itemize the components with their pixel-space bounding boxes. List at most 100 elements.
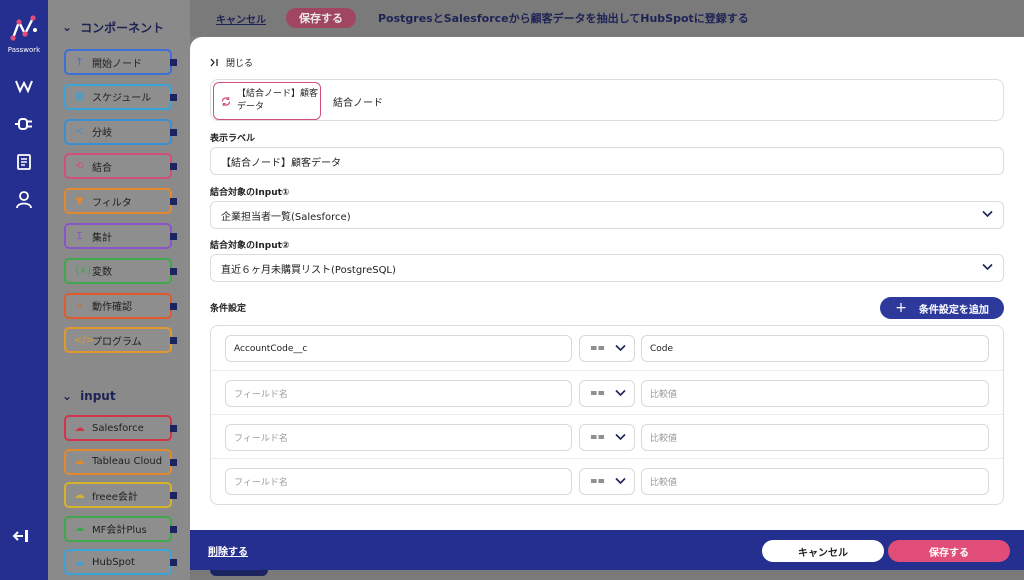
palette-item[interactable]: ≺ 分岐 [64, 118, 177, 145]
input-heading[interactable]: ⌄ input [48, 386, 116, 406]
conditions-heading: 条件設定 [210, 304, 247, 314]
palette-item[interactable]: ☁ Salesforce [64, 415, 177, 441]
condition-operator-select[interactable]: == [579, 335, 635, 362]
app-logo[interactable]: Passwork [4, 14, 44, 60]
palette-item-icon: {x} [74, 265, 93, 277]
top-save-button[interactable]: 保存する [286, 8, 356, 28]
input1-select[interactable]: 企業担当者一覧(Salesforce) [210, 201, 1004, 229]
chevron-down-icon [615, 389, 626, 397]
connector-handle[interactable] [170, 337, 177, 345]
top-cancel-link[interactable]: キャンセル [216, 11, 266, 26]
palette-item[interactable]: </> プログラム [64, 327, 177, 354]
input2-select[interactable]: 直近６ヶ月未購買リスト(PostgreSQL) [210, 254, 1004, 282]
condition-field-input[interactable]: フィールド名 [225, 468, 572, 495]
workflow-icon[interactable] [12, 74, 36, 98]
display-label-heading: 表示ラベル [210, 134, 256, 144]
condition-value-input[interactable]: 比較値 [641, 380, 989, 407]
condition-operator-select[interactable]: == [579, 380, 635, 407]
palette-item-icon: ☁ [74, 523, 85, 534]
palette-item[interactable]: ☁ HubSpot [64, 549, 177, 575]
palette-item[interactable]: ⟲ 結合 [64, 153, 177, 180]
component-palette: ⌄ コンポーネント ↑ 開始ノード ▦ スケジュール ≺ 分岐 ⟲ 結合 ▼ フィルタ Σ 集計 {x}… [48, 0, 190, 580]
palette-item[interactable]: ☁ freee会計 [64, 482, 177, 508]
operator-value: == [590, 432, 606, 443]
connector-handle[interactable] [170, 302, 177, 310]
palette-item-icon: ≺ [75, 126, 84, 138]
condition-value-input[interactable]: 比較値 [641, 468, 989, 495]
connector-handle[interactable] [170, 93, 177, 101]
chevron-down-icon [982, 263, 993, 271]
chevron-down-icon [615, 344, 626, 352]
logout-icon[interactable] [12, 528, 36, 552]
palette-item-label: 動作確認 [92, 302, 132, 314]
palette-item-label: freee会計 [92, 491, 138, 503]
connector-handle[interactable] [170, 559, 177, 566]
background-strip [190, 570, 1024, 580]
background-button-edge [210, 570, 268, 576]
palette-item-icon: ☁ [74, 456, 85, 467]
palette-item[interactable]: {x} 変数 [64, 257, 177, 284]
connector-handle[interactable] [170, 492, 177, 499]
chevron-down-icon: ⌄ [62, 389, 73, 403]
palette-item[interactable]: Σ 集計 [64, 223, 177, 249]
chevron-down-icon [615, 433, 626, 441]
node-settings-panel: 閉じる 【結合ノード】顧客データ 結合ノード 表示ラベル 【結合ノード】顧客デー… [190, 37, 1024, 530]
operator-value: == [590, 388, 606, 399]
condition-value-input[interactable]: 比較値 [641, 424, 989, 451]
cancel-button[interactable]: キャンセル [762, 540, 884, 562]
connector-handle[interactable] [170, 267, 177, 275]
palette-item-icon: ⌕ [76, 300, 83, 312]
palette-item-icon: ▼ [75, 195, 84, 207]
palette-item-icon: ☁ [74, 556, 85, 568]
user-icon[interactable] [12, 188, 36, 212]
top-bar: キャンセル 保存する PostgresとSalesforceから顧客データを抽出… [190, 0, 1024, 36]
condition-operator-select[interactable]: == [579, 468, 635, 495]
plug-icon[interactable] [12, 112, 36, 136]
palette-item[interactable]: ▼ フィルタ [64, 188, 177, 215]
condition-value-input[interactable]: Code [641, 335, 989, 362]
connector-handle[interactable] [170, 525, 177, 533]
palette-item-icon: Σ [76, 230, 83, 242]
connector-handle[interactable] [170, 59, 177, 66]
document-icon[interactable] [12, 150, 36, 174]
connector-handle[interactable] [170, 198, 177, 206]
node-summary-card: 【結合ノード】顧客データ 結合ノード [210, 79, 1004, 121]
palette-item-icon: ▦ [74, 91, 85, 103]
palette-item-label: フィルタ [92, 197, 132, 209]
palette-item[interactable]: ↑ 開始ノード [64, 49, 177, 75]
connector-handle[interactable] [170, 458, 177, 466]
condition-field-input[interactable]: フィールド名 [225, 424, 572, 451]
input2-heading: 結合対象のInput② [210, 241, 290, 251]
palette-item[interactable]: ☁ MF会計Plus [64, 515, 177, 542]
plus-icon: + [895, 300, 907, 316]
display-label-input[interactable]: 【結合ノード】顧客データ [210, 147, 1004, 175]
connector-handle[interactable] [170, 128, 177, 136]
condition-row: フィールド名 == 比較値 [211, 414, 1003, 458]
chevron-down-icon [982, 210, 993, 218]
palette-item-label: Salesforce [92, 422, 144, 434]
operator-value: == [590, 476, 606, 487]
palette-item[interactable]: ▦ スケジュール [64, 83, 177, 110]
close-panel-button[interactable]: 閉じる [210, 56, 253, 69]
bottom-action-bar: 削除する キャンセル 保存する [190, 530, 1024, 570]
components-heading[interactable]: ⌄ コンポーネント [48, 17, 164, 37]
connector-handle[interactable] [170, 163, 177, 171]
condition-field-input[interactable]: AccountCode__c [225, 335, 572, 362]
palette-item[interactable]: ☁ Tableau Cloud [64, 448, 177, 475]
connector-handle[interactable] [170, 425, 177, 432]
palette-item-icon: ↑ [75, 56, 84, 68]
condition-row: フィールド名 == 比較値 [211, 370, 1003, 414]
add-condition-button[interactable]: + 条件設定を追加 [880, 297, 1004, 319]
chevron-down-icon [615, 477, 626, 485]
save-button[interactable]: 保存する [888, 540, 1010, 562]
condition-field-input[interactable]: フィールド名 [225, 380, 572, 407]
condition-row: AccountCode__c == Code [211, 326, 1003, 370]
palette-item[interactable]: ⌕ 動作確認 [64, 292, 177, 319]
chevron-down-icon: ⌄ [62, 20, 73, 34]
condition-operator-select[interactable]: == [579, 424, 635, 451]
merge-icon [221, 96, 231, 106]
node-chip-label: 【結合ノード】顧客データ [236, 89, 318, 112]
connector-handle[interactable] [170, 233, 177, 240]
node-chip[interactable]: 【結合ノード】顧客データ [213, 82, 321, 120]
delete-node-link[interactable]: 削除する [208, 543, 248, 558]
